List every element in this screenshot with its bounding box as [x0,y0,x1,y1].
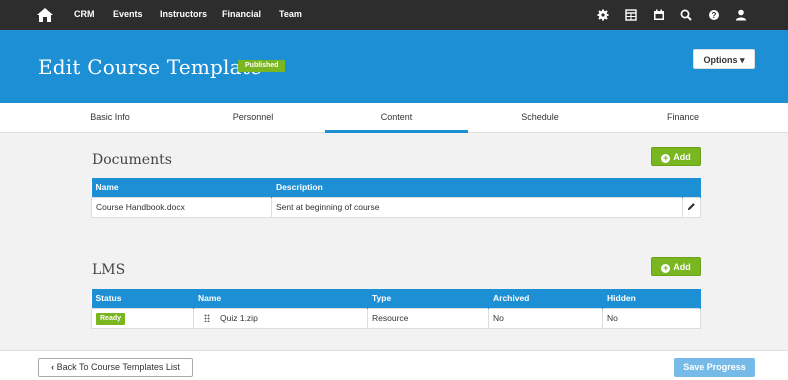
lms-item-archived: No [488,307,603,329]
edit-cell [682,196,701,218]
tab-bar: Basic Info Personnel Content Schedule Fi… [0,103,788,133]
column-header-name: Name [91,178,272,197]
back-to-list-button[interactable]: ‹ Back To Course Templates List [38,358,193,377]
svg-text:?: ? [712,11,717,20]
name-cell: Quiz 1.zip [193,307,368,329]
table-row: Course Handbook.docx Sent at beginning o… [91,196,701,218]
tab-personnel[interactable]: Personnel [183,103,323,133]
drag-handle-icon[interactable] [204,314,210,322]
lms-item-hidden: No [602,307,701,329]
nav-link-financial[interactable]: Financial [222,9,261,19]
nav-link-crm[interactable]: CRM [74,9,95,19]
add-label: Add [673,262,691,272]
search-icon[interactable] [679,8,693,22]
status-badge: Published [238,60,286,72]
status-cell: Ready [91,307,194,329]
page-header: Edit Course Template Published Options ▾ [0,30,788,103]
column-header-type: Type [367,289,489,308]
nav-link-instructors[interactable]: Instructors [160,9,207,19]
nav-link-events[interactable]: Events [113,9,143,19]
tab-basic-info[interactable]: Basic Info [40,103,180,133]
lms-heading: LMS [92,262,126,278]
document-name: Course Handbook.docx [91,196,272,218]
top-navbar: CRM Events Instructors Financial Team ? [0,0,788,30]
lms-item-name: Quiz 1.zip [220,313,258,323]
column-header-actions [682,178,701,197]
home-icon[interactable] [36,6,54,24]
calendar-icon[interactable] [652,8,666,22]
pencil-icon[interactable] [687,202,696,211]
column-header-description: Description [271,178,683,197]
options-dropdown-button[interactable]: Options ▾ [693,49,755,69]
tab-content[interactable]: Content [325,103,468,133]
help-icon[interactable]: ? [707,8,721,22]
lms-table: Status Name Type Archived Hidden Ready Q… [91,289,701,329]
back-label: Back To Course Templates List [56,362,180,372]
nav-link-team[interactable]: Team [279,9,302,19]
lms-item-type: Resource [367,307,489,329]
column-header-status: Status [91,289,194,308]
column-header-name: Name [193,289,368,308]
user-icon[interactable] [734,8,748,22]
tab-finance[interactable]: Finance [613,103,753,133]
documents-add-button[interactable]: + Add [651,147,701,166]
plus-circle-icon: + [661,263,671,273]
ready-badge: Ready [96,312,126,325]
documents-heading: Documents [92,152,172,168]
add-label: Add [673,152,691,162]
calendar-grid-icon[interactable] [624,8,638,22]
gear-icon[interactable] [596,8,610,22]
documents-table: Name Description Course Handbook.docx Se… [91,178,701,218]
footer-bar: ‹ Back To Course Templates List Save Pro… [0,350,788,380]
save-progress-button[interactable]: Save Progress [674,358,755,377]
tab-schedule[interactable]: Schedule [470,103,610,133]
plus-circle-icon: + [661,153,671,163]
column-header-archived: Archived [488,289,603,308]
table-row: Ready Quiz 1.zip Resource No No [91,307,701,329]
lms-add-button[interactable]: + Add [651,257,701,276]
page-title: Edit Course Template [38,55,263,79]
document-description: Sent at beginning of course [271,196,683,218]
column-header-hidden: Hidden [602,289,701,308]
